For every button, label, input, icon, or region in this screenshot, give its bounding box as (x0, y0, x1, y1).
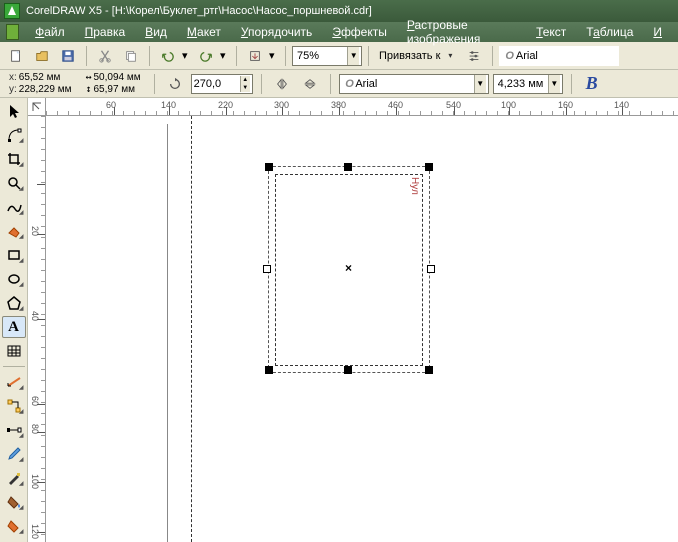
menu-layout[interactable]: Макет (177, 23, 231, 41)
interactive-tool[interactable]: ◢ (2, 419, 26, 441)
angle-input[interactable] (194, 78, 240, 90)
position-display: x: 65,52 мм y: 228,229 мм (4, 71, 76, 97)
menu-edit[interactable]: Правка (75, 23, 136, 41)
chevron-down-icon[interactable]: ▼ (347, 47, 359, 65)
menu-file[interactable]: Файл (25, 23, 75, 41)
snap-label: Привязать к (379, 50, 440, 62)
bold-button[interactable]: B (580, 73, 604, 95)
window-titlebar: CorelDRAW X5 - [H:\Корел\Буклет_ртг\Насо… (0, 0, 678, 22)
font-size-input[interactable] (498, 78, 548, 90)
interactive-fill-tool[interactable]: ◢ (2, 515, 26, 537)
selection-handle[interactable] (265, 366, 273, 374)
menu-tools[interactable]: И (643, 23, 672, 41)
size-display: ↔ 50,094 мм ↕ 65,97 мм (80, 71, 145, 97)
property-bar: x: 65,52 мм y: 228,229 мм ↔ 50,094 мм ↕ … (0, 70, 678, 98)
ellipse-tool[interactable]: ◢ (2, 268, 26, 290)
redo-dropdown-arrow[interactable]: ▾ (220, 49, 230, 62)
pick-tool[interactable] (2, 100, 26, 122)
rectangle-tool[interactable]: ◢ (2, 244, 26, 266)
menu-effects[interactable]: Эффекты (322, 23, 397, 41)
options-button[interactable] (462, 45, 486, 67)
font-family-input-top[interactable] (516, 50, 618, 62)
zoom-input[interactable] (297, 50, 347, 62)
connector-tool[interactable]: ◢ (2, 395, 26, 417)
menu-bitmaps[interactable]: Растровые изображения (397, 16, 526, 48)
text-tool[interactable]: A (2, 316, 26, 338)
menu-text[interactable]: Текст (526, 23, 576, 41)
vertical-ruler[interactable]: 20406080100120 (28, 116, 46, 542)
document-icon (6, 24, 19, 40)
selection-handle[interactable] (265, 163, 273, 171)
chevron-down-icon[interactable]: ▼ (548, 75, 560, 93)
snap-dropdown[interactable]: Привязать к ▾ (375, 46, 460, 66)
import-button[interactable] (243, 45, 267, 67)
rotate-button[interactable] (163, 73, 187, 95)
zoom-combo[interactable]: ▼ (292, 46, 362, 66)
selection-handle[interactable] (344, 366, 352, 374)
menu-table[interactable]: Таблица (576, 23, 643, 41)
undo-dropdown-arrow[interactable]: ▾ (182, 49, 192, 62)
selection-handle[interactable] (263, 265, 271, 273)
menu-view[interactable]: Вид (135, 23, 177, 41)
selection-center-icon: × (345, 261, 352, 275)
mirror-h-button[interactable] (270, 73, 294, 95)
smartfill-tool[interactable]: ◢ (2, 220, 26, 242)
guideline[interactable] (191, 116, 192, 542)
zoom-tool[interactable]: ◢ (2, 172, 26, 194)
outline-tool[interactable]: ◢ (2, 467, 26, 489)
font-size-combo[interactable]: ▼ (493, 74, 563, 94)
window-title: CorelDRAW X5 - [H:\Корел\Буклет_ртг\Насо… (26, 5, 372, 17)
menu-arrange[interactable]: Упорядочить (231, 23, 322, 41)
copy-button[interactable] (119, 45, 143, 67)
new-button[interactable] (4, 45, 28, 67)
toolbox: ◢ ◢ ◢ ◢ ◢ ◢ ◢ ◢ A ◢ ◢ ◢ ◢ ◢ ◢ ◢ (0, 98, 28, 542)
menu-bar: Файл Правка Вид Макет Упорядочить Эффект… (0, 22, 678, 42)
fill-tool[interactable]: ◢ (2, 491, 26, 513)
redo-button[interactable] (194, 45, 218, 67)
chevron-down-icon[interactable]: ▼ (474, 75, 486, 93)
workspace: 60140220300380460540100160140 2040608010… (28, 98, 678, 542)
undo-button[interactable] (156, 45, 180, 67)
drawing-canvas[interactable]: Нул × (46, 116, 678, 542)
polygon-tool[interactable]: ◢ (2, 292, 26, 314)
angle-spin[interactable]: ▲▼ (191, 74, 253, 94)
shape-tool[interactable]: ◢ (2, 124, 26, 146)
selection-handle[interactable] (344, 163, 352, 171)
horizontal-ruler[interactable]: 60140220300380460540100160140 (46, 98, 678, 116)
font-family-combo-top[interactable]: O (499, 46, 619, 66)
freehand-tool[interactable]: ◢ (2, 196, 26, 218)
ruler-origin-icon[interactable] (28, 98, 46, 116)
app-logo-icon (4, 3, 20, 19)
dimension-tool[interactable]: ◢ (2, 371, 26, 393)
font-family-combo[interactable]: O ▼ (339, 74, 489, 94)
selection-handle[interactable] (425, 366, 433, 374)
table-tool[interactable] (2, 340, 26, 362)
crop-tool[interactable]: ◢ (2, 148, 26, 170)
selection-handle[interactable] (425, 163, 433, 171)
chevron-down-icon[interactable]: ▾ (444, 51, 456, 60)
open-button[interactable] (30, 45, 54, 67)
cut-button[interactable] (93, 45, 117, 67)
selection-handle[interactable] (427, 265, 435, 273)
standard-toolbar: ▾ ▾ ▾ ▼ Привязать к ▾ O (0, 42, 678, 70)
eyedropper-tool[interactable]: ◢ (2, 443, 26, 465)
page-boundary (58, 124, 168, 542)
save-button[interactable] (56, 45, 80, 67)
import-dropdown-arrow[interactable]: ▾ (269, 49, 279, 62)
mirror-v-button[interactable] (298, 73, 322, 95)
font-family-input[interactable] (355, 78, 473, 90)
font-type-icon: O (344, 78, 356, 90)
